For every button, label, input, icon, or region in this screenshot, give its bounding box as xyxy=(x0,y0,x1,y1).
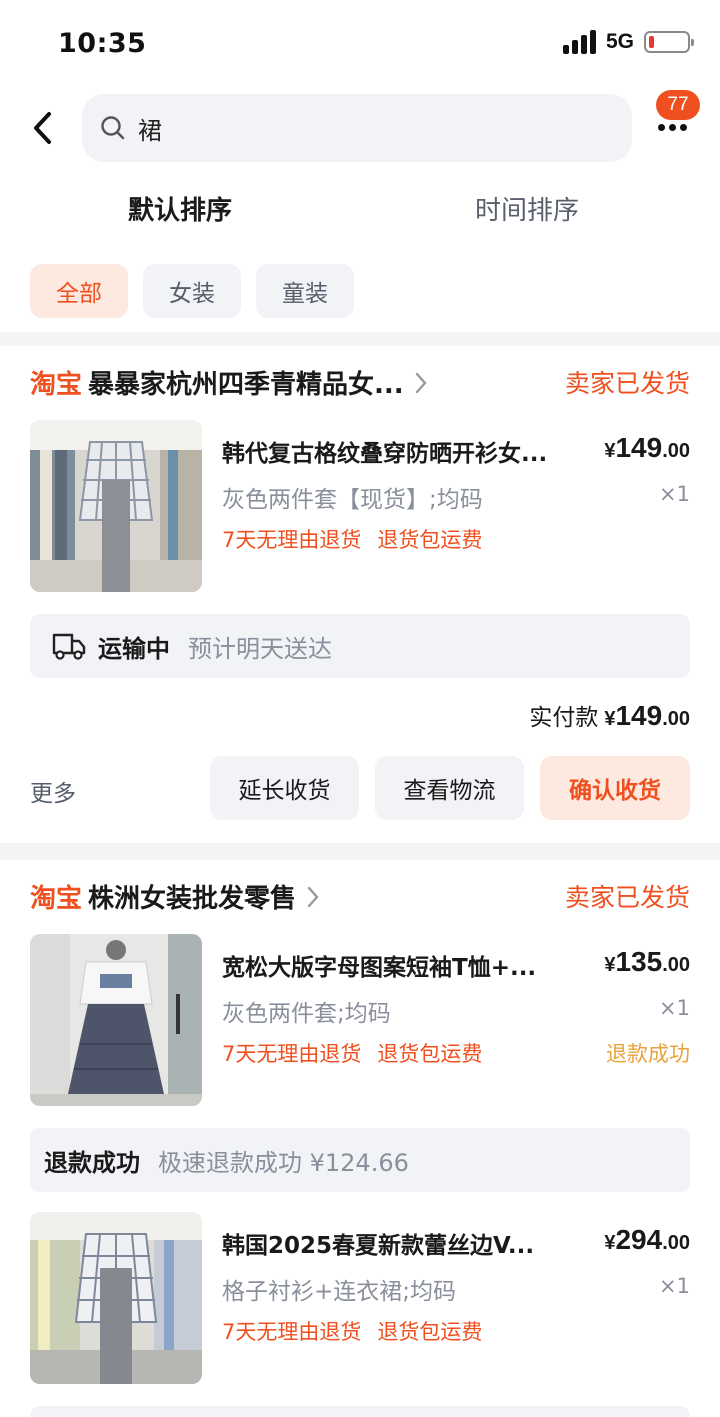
service-tags: 7天无理由退货 退货包运费 xyxy=(222,1038,482,1068)
paid-label: 实付款 xyxy=(529,705,599,731)
filter-all[interactable]: 全部 xyxy=(30,264,128,318)
paid-price: ¥149.00 xyxy=(604,700,690,731)
platform-label: 淘宝 xyxy=(30,884,83,914)
chevron-left-icon xyxy=(34,112,51,144)
paid-amount: 实付款 ¥149.00 xyxy=(529,698,690,732)
search-query: 裙 xyxy=(138,116,162,145)
chevron-right-icon xyxy=(415,372,427,393)
status-indicators: 5G xyxy=(562,30,694,54)
product-sku: 灰色两件套【现货】;均码 xyxy=(222,487,483,513)
order-card: 淘宝 暴暴家杭州四季青精品女... 卖家已发货 韩代复古格纹叠穿防晒开衫女...… xyxy=(0,346,720,843)
product-quantity: ×1 xyxy=(659,996,690,1020)
refund-label: 退款成功 xyxy=(44,1148,140,1177)
refund-detail: 极速退款成功 ¥124.66 xyxy=(158,1148,409,1177)
chevron-right-icon xyxy=(307,886,319,907)
more-menu-button[interactable]: 77 xyxy=(648,90,710,150)
service-tags: 7天无理由退货 退货包运费 xyxy=(222,524,482,554)
order-card: 淘宝 株洲女装批发零售 卖家已发货 宽松大版字母图案短袖T恤+... ¥135.… xyxy=(0,860,720,1417)
status-time: 10:35 xyxy=(58,28,147,59)
refund-bar[interactable]: 退款成功 极速退款成功 ¥124.66 xyxy=(30,1128,690,1192)
product-price: ¥149.00 xyxy=(604,432,690,463)
product-image[interactable] xyxy=(30,420,202,592)
next-panel-edge xyxy=(30,1406,690,1417)
product-title[interactable]: 韩国2025春夏新款蕾丝边V... xyxy=(222,1226,584,1260)
product-image[interactable] xyxy=(30,1212,202,1384)
network-type: 5G xyxy=(605,30,634,53)
view-logistics-button[interactable]: 查看物流 xyxy=(375,756,524,820)
product-price: ¥294.00 xyxy=(604,1224,690,1255)
tab-time-sort[interactable]: 时间排序 xyxy=(475,190,579,227)
logistics-state: 运输中 xyxy=(98,634,170,663)
message-count-badge: 77 xyxy=(656,90,700,120)
more-link[interactable]: 更多 xyxy=(30,774,76,808)
more-dots-icon xyxy=(658,124,687,131)
order-status: 卖家已发货 xyxy=(564,369,690,398)
service-tags: 7天无理由退货 退货包运费 xyxy=(222,1316,482,1346)
back-button[interactable] xyxy=(22,105,62,151)
filter-womenswear[interactable]: 女装 xyxy=(143,264,241,318)
top-area: 10:35 5G 裙 77 默认排序 时间排序 全部 女装 童装 xyxy=(0,0,720,332)
product-price: ¥135.00 xyxy=(604,946,690,977)
refund-status-tag: 退款成功 xyxy=(606,1042,690,1066)
truck-icon xyxy=(52,633,86,660)
confirm-receipt-button[interactable]: 确认收货 xyxy=(540,756,690,820)
service-tag: 退货包运费 xyxy=(377,1042,483,1066)
tab-default-sort[interactable]: 默认排序 xyxy=(128,190,232,227)
extend-receipt-button[interactable]: 延长收货 xyxy=(210,756,359,820)
service-tag: 退货包运费 xyxy=(377,528,483,552)
service-tag: 退货包运费 xyxy=(377,1320,483,1344)
service-tag: 7天无理由退货 xyxy=(222,528,362,552)
search-icon xyxy=(101,116,125,140)
logistics-bar[interactable]: 运输中 预计明天送达 xyxy=(30,614,690,678)
product-quantity: ×1 xyxy=(659,482,690,506)
shop-link[interactable]: 淘宝 株洲女装批发零售 xyxy=(30,878,320,915)
product-title[interactable]: 韩代复古格纹叠穿防晒开衫女... xyxy=(222,434,584,468)
service-tag: 7天无理由退货 xyxy=(222,1042,362,1066)
product-sku: 格子衬衫+连衣裙;均码 xyxy=(222,1279,457,1305)
order-status: 卖家已发货 xyxy=(564,883,690,912)
service-tag: 7天无理由退货 xyxy=(222,1320,362,1344)
product-sku: 灰色两件套;均码 xyxy=(222,1001,391,1027)
product-quantity: ×1 xyxy=(659,1274,690,1298)
product-title[interactable]: 宽松大版字母图案短袖T恤+... xyxy=(222,948,584,982)
search-input[interactable]: 裙 xyxy=(82,94,632,162)
shop-name: 株洲女装批发零售 xyxy=(88,884,297,914)
logistics-eta: 预计明天送达 xyxy=(188,634,332,663)
shop-link[interactable]: 淘宝 暴暴家杭州四季青精品女... xyxy=(30,364,428,401)
shop-name: 暴暴家杭州四季青精品女... xyxy=(88,370,404,400)
filter-kidswear[interactable]: 童装 xyxy=(256,264,354,318)
product-image[interactable] xyxy=(30,934,202,1106)
signal-icon xyxy=(562,30,596,54)
platform-label: 淘宝 xyxy=(30,370,83,400)
battery-icon xyxy=(644,31,694,53)
